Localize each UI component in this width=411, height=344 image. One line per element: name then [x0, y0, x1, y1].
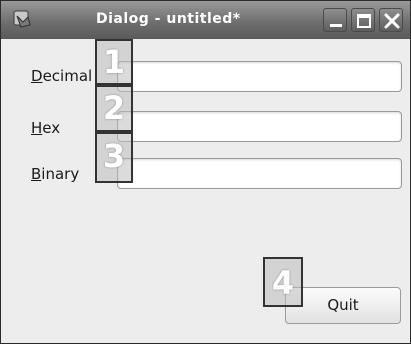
decimal-accel: D — [31, 67, 43, 85]
tab-order-marker-2: 2 — [95, 85, 133, 132]
app-icon[interactable] — [11, 8, 33, 30]
binary-label: Binary — [31, 165, 79, 183]
binary-accel: B — [31, 165, 42, 183]
tab-order-marker-3: 3 — [95, 132, 133, 183]
dialog-content: Decimal Hex Binary Quit — [1, 39, 410, 343]
maximize-icon — [357, 14, 371, 28]
decimal-label-rest: ecimal — [42, 67, 93, 85]
binary-label-rest: inary — [41, 165, 80, 183]
hex-accel: H — [31, 119, 43, 137]
minimize-icon — [330, 24, 342, 27]
minimize-button[interactable] — [323, 8, 347, 32]
binary-field[interactable] — [117, 158, 402, 189]
dialog-window: Dialog - untitled* Decimal Hex Binary Qu… — [0, 0, 411, 344]
hex-label-rest: ex — [42, 119, 61, 137]
tab-order-marker-1: 1 — [95, 39, 133, 85]
window-title: Dialog - untitled* — [96, 11, 241, 27]
hex-field[interactable] — [117, 111, 402, 142]
hex-label: Hex — [31, 119, 60, 137]
title-bar[interactable]: Dialog - untitled* — [1, 1, 410, 39]
maximize-button[interactable] — [351, 8, 375, 32]
decimal-label: Decimal — [31, 67, 92, 85]
close-icon — [384, 13, 400, 29]
decimal-field[interactable] — [117, 61, 402, 92]
tab-order-marker-4: 4 — [263, 257, 303, 307]
close-button[interactable] — [379, 8, 403, 32]
